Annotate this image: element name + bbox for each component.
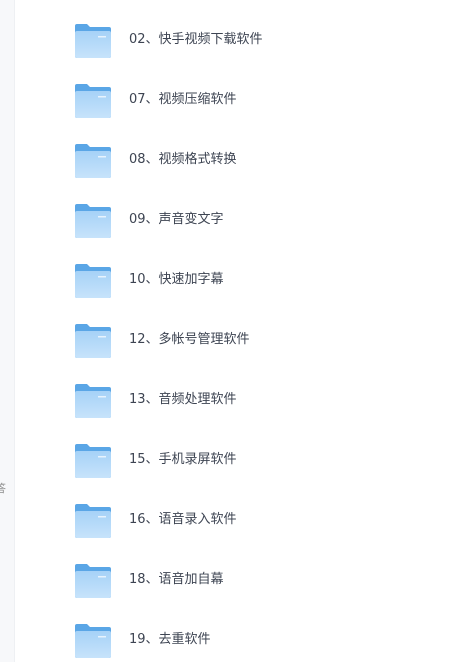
folder-label-slot [98,336,106,338]
folder-name: 13、音频处理软件 [129,392,237,407]
folder-name: 19、去重软件 [129,632,211,647]
folder-icon [74,83,112,119]
folder-label-slot [98,396,106,398]
folder-front-shape [75,511,111,538]
folder-label-slot [98,216,106,218]
folder-front-shape [75,31,111,58]
folder-icon [74,323,112,359]
folder-row[interactable]: 10、快速加字幕 [0,250,465,310]
folder-label-slot [98,516,106,518]
folder-name: 07、视频压缩软件 [129,92,237,107]
folder-row[interactable]: 09、声音变文字 [0,190,465,250]
folder-row[interactable]: 08、视频格式转换 [0,130,465,190]
folder-front-shape [75,211,111,238]
folder-label-slot [98,156,106,158]
folder-row[interactable]: 16、语音录入软件 [0,490,465,550]
folder-row[interactable]: 07、视频压缩软件 [0,70,465,130]
folder-list: 02、快手视频下载软件 07、视频压缩软件 08、视频格式转换 09、声音变文字… [0,10,465,670]
folder-name: 08、视频格式转换 [129,152,237,167]
folder-label-slot [98,96,106,98]
folder-icon [74,503,112,539]
folder-front-shape [75,451,111,478]
folder-icon [74,563,112,599]
folder-front-shape [75,571,111,598]
folder-front-shape [75,151,111,178]
folder-name: 18、语音加自幕 [129,572,224,587]
folder-row[interactable]: 13、音频处理软件 [0,370,465,430]
folder-row[interactable]: 15、手机录屏软件 [0,430,465,490]
folder-label-slot [98,636,106,638]
folder-front-shape [75,631,111,658]
folder-icon [74,443,112,479]
folder-label-slot [98,276,106,278]
folder-icon [74,263,112,299]
folder-row[interactable]: 19、去重软件 [0,610,465,670]
folder-icon [74,143,112,179]
folder-icon [74,23,112,59]
folder-name: 15、手机录屏软件 [129,452,237,467]
folder-label-slot [98,36,106,38]
folder-icon [74,383,112,419]
folder-name: 02、快手视频下载软件 [129,32,263,47]
folder-label-slot [98,456,106,458]
folder-row[interactable]: 02、快手视频下载软件 [0,10,465,70]
folder-front-shape [75,271,111,298]
folder-row[interactable]: 12、多帐号管理软件 [0,310,465,370]
folder-row[interactable]: 18、语音加自幕 [0,550,465,610]
folder-front-shape [75,91,111,118]
folder-icon [74,203,112,239]
folder-name: 12、多帐号管理软件 [129,332,250,347]
folder-name: 09、声音变文字 [129,212,224,227]
folder-front-shape [75,391,111,418]
folder-name: 16、语音录入软件 [129,512,237,527]
folder-front-shape [75,331,111,358]
folder-icon [74,623,112,659]
folder-name: 10、快速加字幕 [129,272,224,287]
folder-label-slot [98,576,106,578]
